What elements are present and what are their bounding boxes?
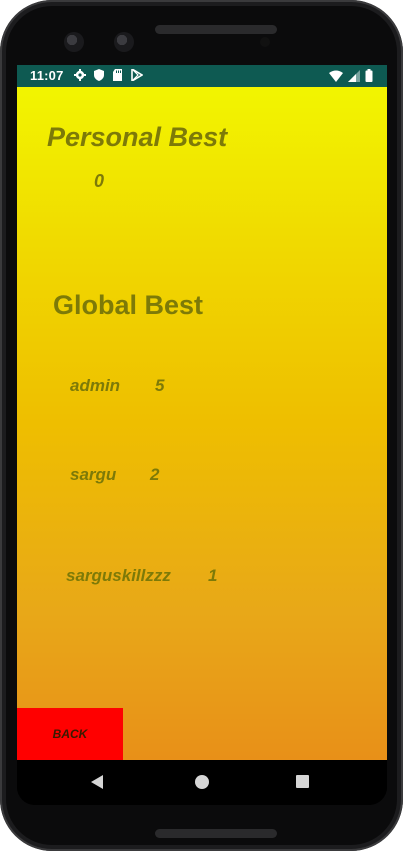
status-icons-left — [74, 69, 143, 81]
proximity-sensor-icon — [260, 37, 270, 47]
sd-card-icon — [113, 69, 122, 81]
status-bar: 11:07 — [17, 65, 387, 87]
player-score: 1 — [208, 566, 218, 585]
status-icons-right — [329, 69, 373, 82]
player-name: sargu — [70, 465, 117, 484]
shield-icon — [94, 69, 104, 81]
nav-home-icon[interactable] — [195, 775, 209, 789]
global-best-title: Global Best — [53, 290, 204, 320]
battery-icon — [365, 69, 373, 82]
leaderboard-screen: Personal Best 0 Global Best admin 5 sarg… — [17, 87, 387, 760]
player-score: 2 — [150, 465, 160, 484]
nav-back-icon[interactable] — [91, 775, 103, 789]
back-button[interactable]: BACK — [17, 708, 123, 760]
nav-recents-icon[interactable] — [296, 775, 309, 788]
earpiece-speaker — [155, 25, 277, 34]
front-camera-icon — [64, 32, 84, 52]
phone-frame: 11:07 Personal Best 0 Global Best admin … — [0, 0, 403, 851]
player-score: 5 — [155, 376, 165, 395]
player-name: sarguskillzzz — [66, 566, 171, 585]
wifi-icon — [329, 70, 343, 82]
status-time: 11:07 — [30, 68, 64, 83]
settings-icon — [74, 69, 86, 81]
front-camera-icon — [114, 32, 134, 52]
navigation-bar — [17, 760, 387, 805]
bottom-speaker — [155, 829, 277, 838]
signal-icon — [348, 70, 360, 82]
personal-best-title: Personal Best — [47, 122, 228, 152]
screen: 11:07 Personal Best 0 Global Best admin … — [17, 65, 387, 805]
player-name: admin — [70, 376, 121, 395]
personal-best-score: 0 — [94, 171, 105, 191]
play-store-icon — [131, 69, 143, 81]
